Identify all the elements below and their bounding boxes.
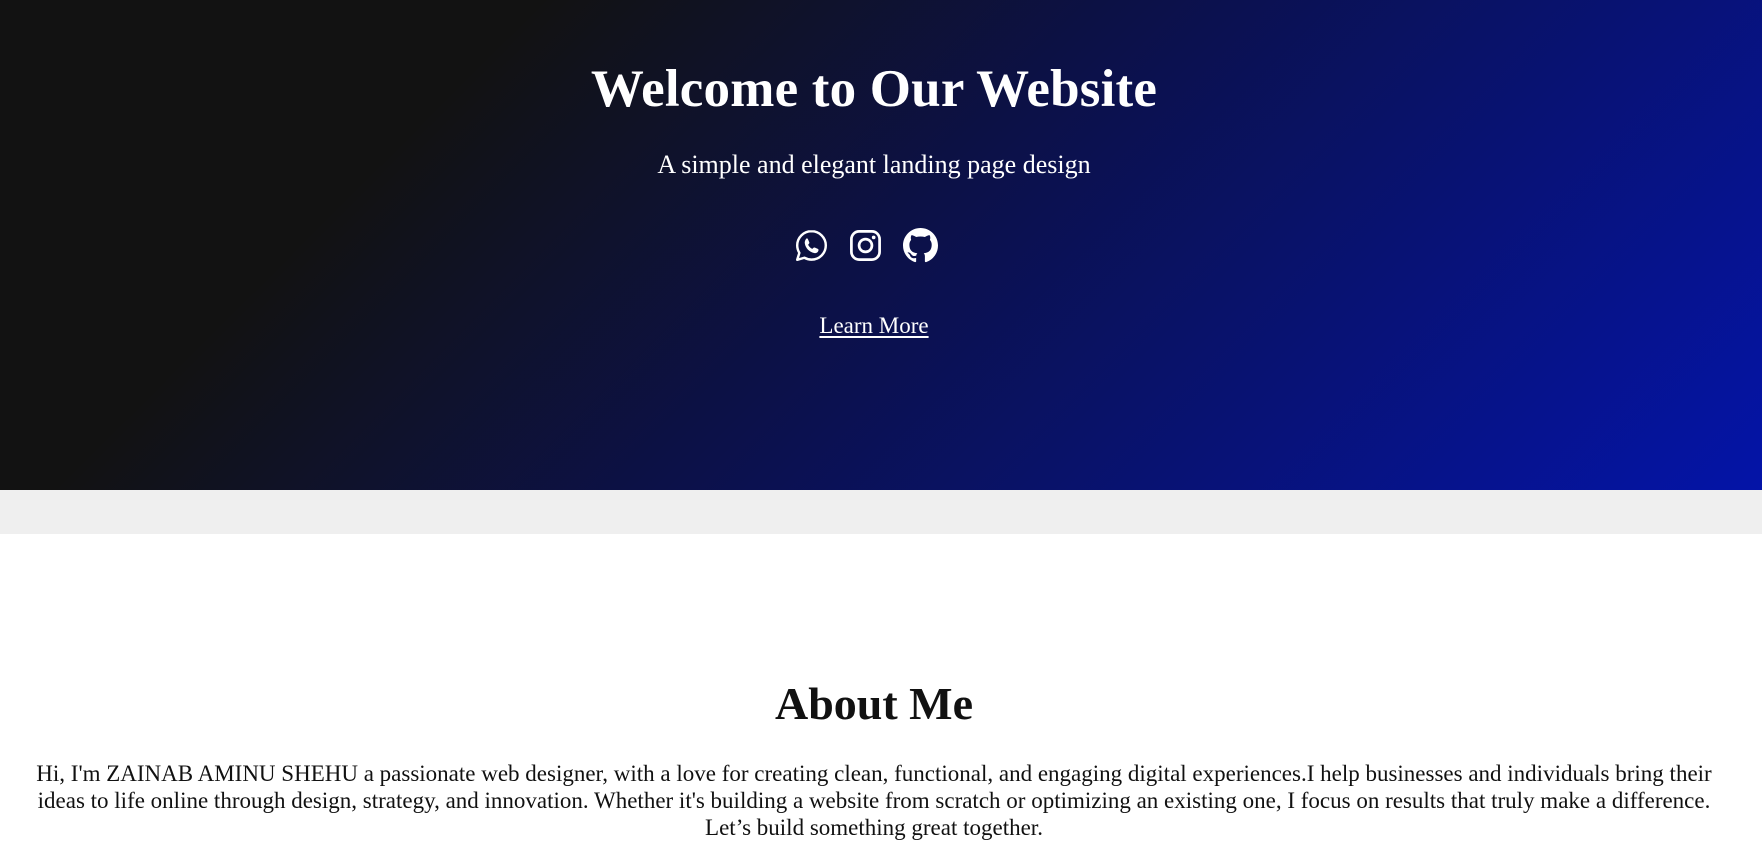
whatsapp-icon: [795, 229, 827, 261]
hero-subtitle: A simple and elegant landing page design: [657, 150, 1091, 179]
about-title: About Me: [774, 678, 974, 729]
github-icon: [902, 227, 938, 262]
github-link[interactable]: [902, 227, 938, 263]
instagram-link[interactable]: [848, 227, 884, 263]
whatsapp-link[interactable]: [793, 227, 829, 263]
instagram-icon: [850, 229, 881, 261]
about-paragraph: Hi, I'm ZAINAB AMINU SHEHU a passionate …: [36, 761, 1712, 840]
learn-more-link[interactable]: Learn More: [819, 313, 928, 338]
hero-section: Welcome to Our Website A simple and eleg…: [0, 0, 1762, 490]
learn-more-wrapper: Learn More: [0, 310, 1748, 342]
hero-title: Welcome to Our Website: [590, 60, 1158, 118]
social-links: [793, 225, 938, 265]
section-divider: [0, 490, 1762, 534]
about-section: About Me Hi, I'm ZAINAB AMINU SHEHU a pa…: [0, 534, 1762, 859]
